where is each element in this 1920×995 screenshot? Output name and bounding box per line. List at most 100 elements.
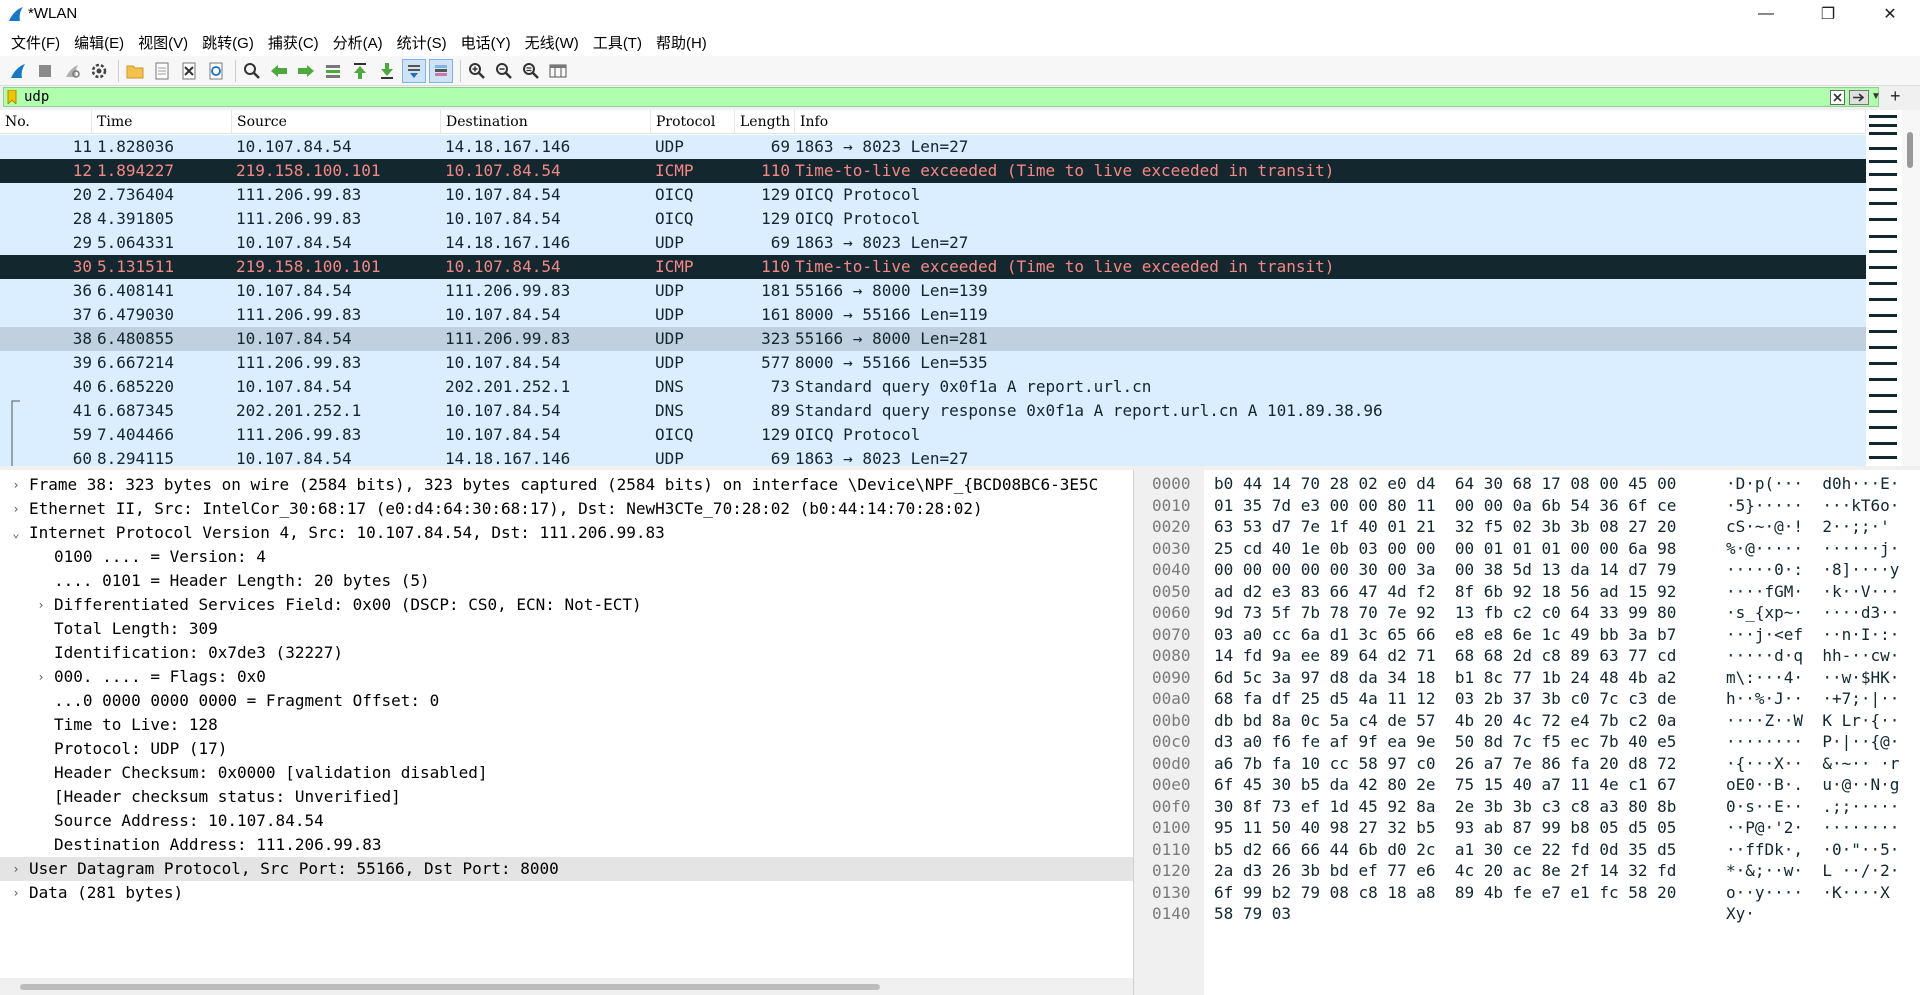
detail-tree-item[interactable]: › Differentiated Services Field: 0x00 (DS… bbox=[0, 593, 1133, 617]
hex-bytes[interactable]: 14 fd 9a ee 89 64 d2 71 68 68 2d c8 89 6… bbox=[1214, 645, 1676, 666]
packet-list-scrollbar[interactable] bbox=[1902, 110, 1920, 466]
go-back-button[interactable] bbox=[267, 59, 291, 83]
open-file-button[interactable] bbox=[123, 59, 147, 83]
packet-row[interactable]: 12 1.894227 219.158.100.101 10.107.84.54 ICM… bbox=[0, 159, 1866, 183]
details-scroll-thumb[interactable] bbox=[20, 984, 880, 990]
detail-tree-item[interactable]: Header Checksum: 0x0000 [validation disa… bbox=[0, 761, 1133, 785]
detail-tree-item[interactable]: Time to Live: 128 bbox=[0, 713, 1133, 737]
menu-file[interactable]: 文件(F) bbox=[4, 32, 67, 53]
ascii-bytes[interactable]: o··y···· ·K····X bbox=[1726, 882, 1899, 903]
collapse-chevron-icon[interactable]: ⌄ bbox=[10, 521, 22, 545]
column-header-source[interactable]: Source bbox=[232, 110, 441, 134]
ascii-bytes[interactable]: *·&;··w· L ··/·2· bbox=[1726, 860, 1899, 881]
expand-chevron-icon[interactable]: › bbox=[10, 857, 22, 881]
ascii-bytes[interactable]: ····fGM· ·k··V··· bbox=[1726, 581, 1899, 602]
bookmark-icon[interactable] bbox=[7, 90, 17, 104]
restore-button[interactable]: ❐ bbox=[1800, 0, 1856, 28]
ascii-bytes[interactable]: ·{···X·· &·~·· ·r bbox=[1726, 753, 1899, 774]
colorize-button[interactable] bbox=[429, 58, 453, 83]
capture-options-button[interactable] bbox=[87, 59, 111, 83]
hex-bytes[interactable]: a6 7b fa 10 cc 58 97 c0 26 a7 7e 86 fa 2… bbox=[1214, 753, 1676, 774]
autoscroll-button[interactable] bbox=[402, 58, 426, 83]
ascii-bytes[interactable]: %·@····· ······j· bbox=[1726, 538, 1899, 559]
hex-bytes[interactable]: 6f 45 30 b5 da 42 80 2e 75 15 40 a7 11 4… bbox=[1214, 774, 1676, 795]
hex-bytes[interactable]: b0 44 14 70 28 02 e0 d4 64 30 68 17 08 0… bbox=[1214, 473, 1676, 494]
menu-wireless[interactable]: 无线(W) bbox=[518, 32, 586, 53]
hex-bytes[interactable]: 00 00 00 00 00 30 00 3a 00 38 5d 13 da 1… bbox=[1214, 559, 1676, 580]
hex-bytes[interactable]: b5 d2 66 66 44 6b d0 2c a1 30 ce 22 fd 0… bbox=[1214, 839, 1676, 860]
zoom-in-button[interactable] bbox=[465, 59, 489, 83]
detail-tree-item[interactable]: › Data (281 bytes) bbox=[0, 881, 1133, 905]
reload-file-button[interactable] bbox=[204, 59, 228, 83]
packet-row[interactable]: 20 2.736404 111.206.99.83 10.107.84.54 OICQ 1… bbox=[0, 183, 1866, 207]
column-header-destination[interactable]: Destination bbox=[441, 110, 651, 134]
hex-bytes[interactable]: 30 8f 73 ef 1d 45 92 8a 2e 3b 3b c3 c8 a… bbox=[1214, 796, 1676, 817]
normal-size-button[interactable] bbox=[519, 59, 543, 83]
detail-tree-item[interactable]: › 000. .... = Flags: 0x0 bbox=[0, 665, 1133, 689]
ascii-bytes[interactable]: m\:···4· ··w·$HK· bbox=[1726, 667, 1899, 688]
minimize-button[interactable]: — bbox=[1738, 0, 1794, 28]
menu-tools[interactable]: 工具(T) bbox=[586, 32, 649, 53]
hex-bytes[interactable]: 01 35 7d e3 00 00 80 11 00 00 0a 6b 54 3… bbox=[1214, 495, 1676, 516]
menu-view[interactable]: 视图(V) bbox=[131, 32, 195, 53]
detail-tree-item[interactable]: Source Address: 10.107.84.54 bbox=[0, 809, 1133, 833]
ascii-bytes[interactable]: cS·~·@·! 2··;;·' bbox=[1726, 516, 1899, 537]
clear-filter-icon[interactable] bbox=[1830, 90, 1845, 105]
ascii-bytes[interactable]: Xy· bbox=[1726, 903, 1755, 924]
find-packet-button[interactable] bbox=[240, 59, 264, 83]
ascii-bytes[interactable]: ·····0·: ·8]····y bbox=[1726, 559, 1899, 580]
hex-bytes[interactable]: 63 53 d7 7e 1f 40 01 21 32 f5 02 3b 3b 0… bbox=[1214, 516, 1676, 537]
packet-row[interactable]: 37 6.479030 111.206.99.83 10.107.84.54 UDP 16… bbox=[0, 303, 1866, 327]
hex-bytes[interactable]: ad d2 e3 83 66 47 4d f2 8f 6b 92 18 56 a… bbox=[1214, 581, 1676, 602]
column-header-length[interactable]: Length bbox=[735, 110, 795, 134]
menu-go[interactable]: 跳转(G) bbox=[195, 32, 261, 53]
detail-tree-item[interactable]: Protocol: UDP (17) bbox=[0, 737, 1133, 761]
display-filter-input[interactable] bbox=[24, 88, 1804, 106]
packet-row[interactable]: 28 4.391805 111.206.99.83 10.107.84.54 OICQ 1… bbox=[0, 207, 1866, 231]
menu-analyze[interactable]: 分析(A) bbox=[326, 32, 390, 53]
details-horizontal-scrollbar[interactable] bbox=[0, 978, 1133, 995]
hex-bytes[interactable]: 6f 99 b2 79 08 c8 18 a8 89 4b fe e7 e1 f… bbox=[1214, 882, 1676, 903]
detail-tree-item[interactable]: Destination Address: 111.206.99.83 bbox=[0, 833, 1133, 857]
expand-chevron-icon[interactable]: › bbox=[35, 593, 47, 617]
ascii-bytes[interactable]: ···j·<ef ··n·I·:· bbox=[1726, 624, 1899, 645]
hex-bytes[interactable]: 03 a0 cc 6a d1 3c 65 66 e8 e8 6e 1c 49 b… bbox=[1214, 624, 1676, 645]
menu-statistics[interactable]: 统计(S) bbox=[390, 32, 454, 53]
filter-history-dropdown-icon[interactable]: ▼ bbox=[1871, 91, 1881, 102]
ascii-bytes[interactable]: ·D·p(··· d0h···E· bbox=[1726, 473, 1899, 494]
hex-bytes[interactable]: d3 a0 f6 fe af 9f ea 9e 50 8d 7c f5 ec 7… bbox=[1214, 731, 1676, 752]
expand-chevron-icon[interactable]: › bbox=[10, 881, 22, 905]
close-button[interactable]: ✕ bbox=[1862, 0, 1918, 28]
packet-row[interactable]: 36 6.408141 10.107.84.54 111.206.99.83 UDP 18… bbox=[0, 279, 1866, 303]
menu-help[interactable]: 帮助(H) bbox=[649, 32, 714, 53]
packet-row[interactable]: 30 5.131511 219.158.100.101 10.107.84.54 ICM… bbox=[0, 255, 1866, 279]
ascii-bytes[interactable]: ········ P·|··{@· bbox=[1726, 731, 1899, 752]
detail-tree-item[interactable]: 0100 .... = Version: 4 bbox=[0, 545, 1133, 569]
stop-capture-button[interactable] bbox=[33, 59, 57, 83]
packet-row[interactable]: 59 7.404466 111.206.99.83 10.107.84.54 OICQ 1… bbox=[0, 423, 1866, 447]
ascii-bytes[interactable]: 0·s··E·· .;;····· bbox=[1726, 796, 1899, 817]
column-header-time[interactable]: Time bbox=[92, 110, 232, 134]
packet-row[interactable]: 41 6.687345 202.201.252.1 10.107.84.54 DNS 89… bbox=[0, 399, 1866, 423]
ascii-bytes[interactable]: oE0··B·. u·@··N·g bbox=[1726, 774, 1899, 795]
expand-chevron-icon[interactable]: › bbox=[10, 473, 22, 497]
menu-telephony[interactable]: 电话(Y) bbox=[454, 32, 518, 53]
ascii-bytes[interactable]: ·····d·q hh-··cw· bbox=[1726, 645, 1899, 666]
hex-bytes[interactable]: 58 79 03 bbox=[1214, 903, 1291, 924]
expand-chevron-icon[interactable]: › bbox=[35, 665, 47, 689]
menu-edit[interactable]: 编辑(E) bbox=[67, 32, 131, 53]
ascii-bytes[interactable]: ····Z··W K Lr·{·· bbox=[1726, 710, 1899, 731]
hex-bytes[interactable]: 9d 73 5f 7b 78 70 7e 92 13 fb c2 c0 64 3… bbox=[1214, 602, 1676, 623]
packet-list-scroll-thumb[interactable] bbox=[1907, 132, 1913, 168]
ascii-bytes[interactable]: ·5}····· ···kT6o· bbox=[1726, 495, 1899, 516]
column-header-info[interactable]: Info bbox=[795, 110, 1866, 134]
ascii-bytes[interactable]: ··ffDk·, ·0·"··5· bbox=[1726, 839, 1899, 860]
detail-tree-item[interactable]: › Frame 38: 323 bytes on wire (2584 bits)… bbox=[0, 473, 1133, 497]
packet-row[interactable]: 39 6.667214 111.206.99.83 10.107.84.54 UDP 57… bbox=[0, 351, 1866, 375]
packet-row[interactable]: 29 5.064331 10.107.84.54 14.18.167.146 UDP 69… bbox=[0, 231, 1866, 255]
hex-bytes[interactable]: 68 fa df 25 d5 4a 11 12 03 2b 37 3b c0 7… bbox=[1214, 688, 1676, 709]
packet-minimap[interactable] bbox=[1866, 110, 1902, 466]
detail-tree-item[interactable]: › Ethernet II, Src: IntelCor_30:68:17 (e0… bbox=[0, 497, 1133, 521]
zoom-out-button[interactable] bbox=[492, 59, 516, 83]
detail-tree-item[interactable]: ...0 0000 0000 0000 = Fragment Offset: 0 bbox=[0, 689, 1133, 713]
